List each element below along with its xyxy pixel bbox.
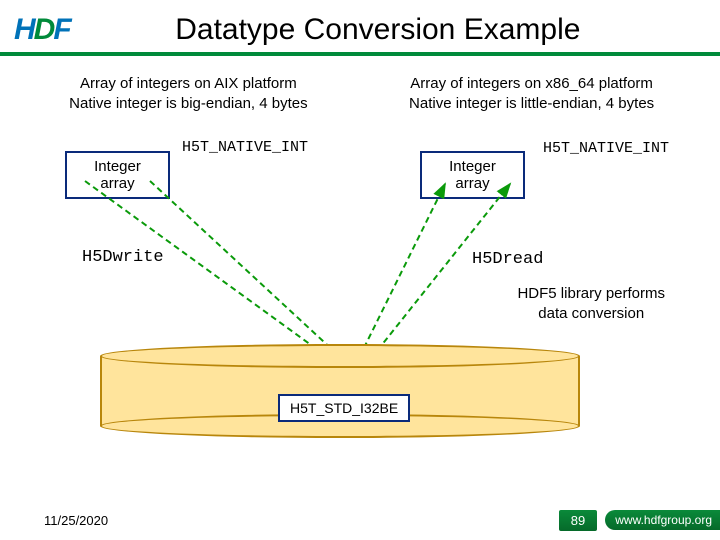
h5dread-label: H5Dread <box>472 250 543 269</box>
slide-header: HDF Datatype Conversion Example <box>0 0 720 56</box>
disk-cylinder <box>100 344 580 439</box>
slide-content: Array of integers on AIX platform Native… <box>0 56 720 500</box>
left-desc-line2: Native integer is big-endian, 4 bytes <box>30 94 347 114</box>
right-native-type: H5T_NATIVE_INT <box>543 140 669 157</box>
left-description: Array of integers on AIX platform Native… <box>30 74 347 113</box>
left-array-box: Integer array <box>65 151 170 199</box>
hdf-logo: HDF <box>14 13 70 47</box>
right-desc-line1: Array of integers on x86_64 platform <box>373 74 690 94</box>
slide-footer: 11/25/2020 89 www.hdfgroup.org <box>0 500 720 540</box>
page-number: 89 <box>559 510 597 531</box>
slide-title: Datatype Conversion Example <box>80 13 676 47</box>
logo-letter-d: D <box>34 13 54 47</box>
cyl-top <box>100 344 580 368</box>
left-native-type: H5T_NATIVE_INT <box>182 139 308 156</box>
logo-letter-h: H <box>14 13 34 47</box>
footer-right: 89 www.hdfgroup.org <box>559 510 720 531</box>
logo-letter-f: F <box>53 13 69 47</box>
footer-url: www.hdfgroup.org <box>605 510 720 530</box>
right-description: Array of integers on x86_64 platform Nat… <box>373 74 690 113</box>
right-array-box: Integer array <box>420 151 525 199</box>
read-arrow-2 <box>365 184 510 366</box>
description-row: Array of integers on AIX platform Native… <box>0 56 720 113</box>
left-desc-line1: Array of integers on AIX platform <box>30 74 347 94</box>
right-desc-line2: Native integer is little-endian, 4 bytes <box>373 94 690 114</box>
footer-date: 11/25/2020 <box>44 513 108 528</box>
conv-note-line1: HDF5 library performs <box>517 284 665 304</box>
write-arrow-1 <box>85 181 340 366</box>
conversion-note: HDF5 library performs data conversion <box>517 284 665 323</box>
h5dwrite-label: H5Dwrite <box>82 248 164 267</box>
write-arrow-2 <box>150 181 350 366</box>
read-arrow-1 <box>355 184 445 366</box>
conv-note-line2: data conversion <box>517 304 665 324</box>
disk-type-label: H5T_STD_I32BE <box>278 394 410 422</box>
